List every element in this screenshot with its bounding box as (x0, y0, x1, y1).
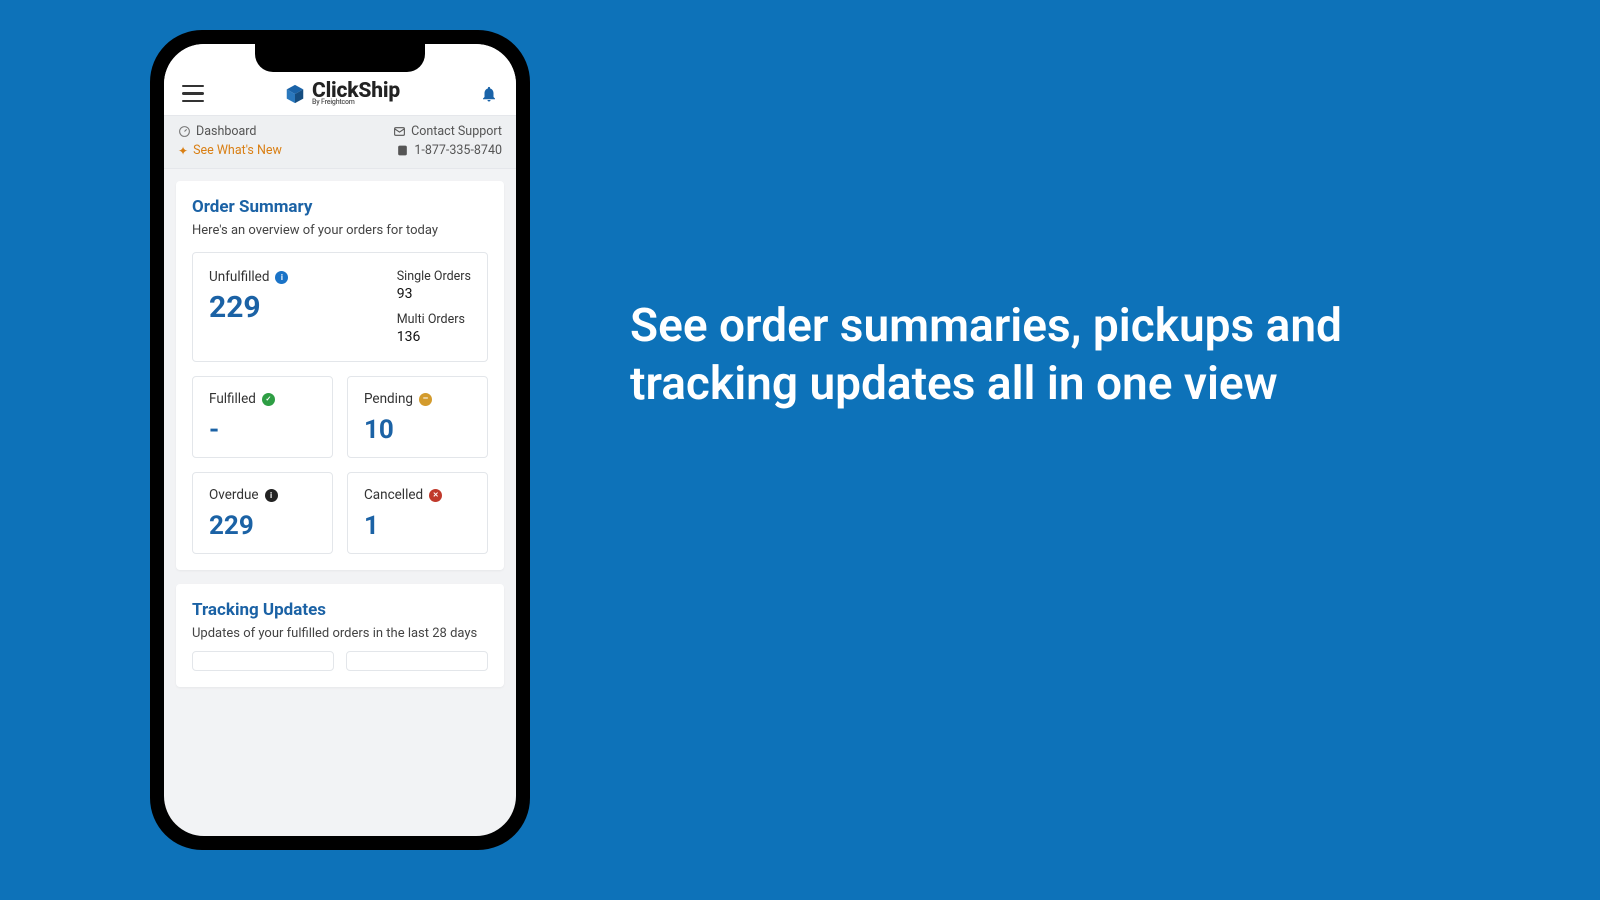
single-orders-label: Single Orders (397, 269, 471, 284)
x-icon (429, 489, 442, 502)
dashboard-label: Dashboard (196, 124, 256, 139)
content-area: Order Summary Here's an overview of your… (164, 169, 516, 699)
tracking-stat-placeholder (192, 651, 334, 671)
order-summary-title: Order Summary (192, 197, 488, 217)
multi-orders-value: 136 (397, 329, 471, 345)
mail-icon (393, 125, 406, 138)
unfulfilled-value: 229 (209, 293, 288, 323)
marketing-headline: See order summaries, pickups and trackin… (630, 298, 1460, 413)
order-summary-card: Order Summary Here's an overview of your… (176, 181, 504, 570)
overdue-label: Overdue (209, 487, 259, 503)
overdue-stat[interactable]: Overdue 229 (192, 472, 333, 554)
cancelled-label: Cancelled (364, 487, 423, 503)
cancelled-value: 1 (364, 513, 471, 539)
menu-button[interactable] (182, 85, 204, 103)
tracking-title: Tracking Updates (192, 600, 488, 620)
info-icon (275, 271, 288, 284)
overdue-value: 229 (209, 513, 316, 539)
phone-frame: ClickShip By Freightcom (150, 30, 530, 850)
gauge-icon (178, 125, 191, 138)
pending-label: Pending (364, 391, 413, 407)
app-root: ClickShip By Freightcom (164, 44, 516, 836)
tracking-subtitle: Updates of your fulfilled orders in the … (192, 626, 488, 641)
fulfilled-stat[interactable]: Fulfilled - (192, 376, 333, 458)
tracking-stat-placeholder (346, 651, 488, 671)
fulfilled-value: - (209, 417, 316, 443)
support-phone[interactable]: 1-877-335-8740 (414, 143, 502, 158)
minus-icon (419, 393, 432, 406)
sparkle-icon: ✦ (178, 144, 188, 158)
whats-new-link[interactable]: See What's New (193, 143, 282, 158)
tracking-updates-card: Tracking Updates Updates of your fulfill… (176, 584, 504, 687)
unfulfilled-stat[interactable]: Unfulfilled 229 Single Orders 93 Multi O… (192, 252, 488, 362)
bell-icon[interactable] (480, 85, 498, 103)
pending-value: 10 (364, 417, 471, 443)
info-icon (265, 489, 278, 502)
pending-stat[interactable]: Pending 10 (347, 376, 488, 458)
brand-logo[interactable]: ClickShip By Freightcom (284, 81, 400, 106)
single-orders-value: 93 (397, 286, 471, 302)
fulfilled-label: Fulfilled (209, 391, 256, 407)
order-summary-subtitle: Here's an overview of your orders for to… (192, 223, 488, 238)
cancelled-stat[interactable]: Cancelled 1 (347, 472, 488, 554)
unfulfilled-label: Unfulfilled (209, 269, 269, 285)
multi-orders-label: Multi Orders (397, 312, 471, 327)
check-icon (262, 393, 275, 406)
brand-byline: By Freightcom (312, 99, 400, 106)
box-icon (284, 83, 306, 105)
sub-header: Dashboard ✦ See What's New Contact Suppo… (164, 116, 516, 169)
phone-screen: ClickShip By Freightcom (164, 44, 516, 836)
phone-notch (255, 44, 425, 72)
phone-icon (396, 144, 409, 157)
contact-support-link[interactable]: Contact Support (411, 124, 502, 139)
